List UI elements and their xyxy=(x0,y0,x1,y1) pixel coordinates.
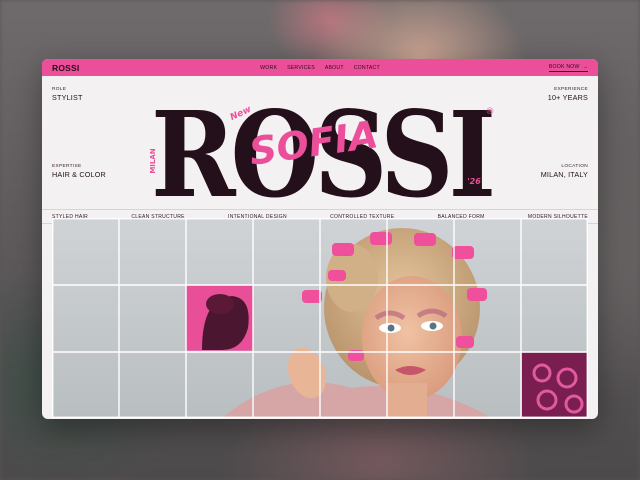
year-badge: '26 xyxy=(467,177,481,186)
stylist-portrait-grid xyxy=(52,218,588,418)
nav-link-services[interactable]: SERVICES xyxy=(287,65,315,71)
portrait-illustration xyxy=(52,218,588,418)
nav-link-contact[interactable]: CONTACT xyxy=(354,65,380,71)
arrow-right-icon: → xyxy=(582,63,588,70)
portfolio-website-window: ROSSI WORK SERVICES ABOUT CONTACT BOOK N… xyxy=(42,59,598,419)
hero-section: ROLE STYLIST EXPERTISE HAIR & COLOR EXPE… xyxy=(42,76,598,224)
rossi-wordmark: ROSSI SOFIA New MILAN '26 ® xyxy=(149,85,498,201)
nav-link-about[interactable]: ABOUT xyxy=(325,65,344,71)
book-now-label: BOOK NOW xyxy=(548,63,580,70)
brand-logo[interactable]: ROSSI xyxy=(52,63,79,73)
nav-link-work[interactable]: WORK xyxy=(260,65,277,71)
milan-badge: MILAN xyxy=(149,148,157,173)
top-navigation-bar: ROSSI WORK SERVICES ABOUT CONTACT BOOK N… xyxy=(42,59,598,76)
registered-mark-icon: ® xyxy=(486,107,495,117)
book-now-button[interactable]: BOOK NOW → xyxy=(548,63,588,72)
nav-links: WORK SERVICES ABOUT CONTACT xyxy=(260,59,380,76)
